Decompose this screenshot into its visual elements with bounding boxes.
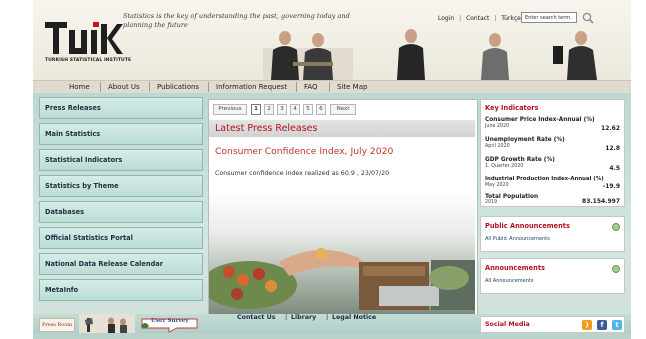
page: TURKISH STATISTICAL INSTITUTE Statistics…	[0, 0, 646, 339]
indicator-population-value: 83.154.997	[582, 198, 620, 205]
indicator-unemployment-label[interactable]: Unemployment Rate (%)	[485, 137, 565, 143]
latest-press-releases-bar: Latest Press Releases	[209, 120, 475, 137]
pager-page-4[interactable]: 4	[290, 104, 300, 115]
tuik-logo-mark	[45, 22, 123, 54]
pager-page-5[interactable]: 5	[303, 104, 313, 115]
social-media-panel: Social Media ) f t	[480, 316, 625, 333]
sidebar-item-press-releases[interactable]: Press Releases	[39, 97, 203, 119]
indicator-unemployment-period: April 2020	[485, 144, 510, 149]
public-announcements-panel: Public Announcements All Public Announce…	[480, 216, 625, 252]
bottom-strip	[33, 333, 631, 339]
press-release-summary: Consumer confidence index realized as 60…	[215, 170, 390, 177]
press-room-button[interactable]: Press Room	[39, 318, 75, 332]
nav-separator	[296, 82, 297, 92]
top-link-separator: |	[459, 15, 462, 22]
key-indicators-title: Key Indicators	[485, 104, 539, 112]
sidebar-item-official-statistics-portal[interactable]: Official Statistics Portal	[39, 227, 203, 249]
nav-separator	[208, 82, 209, 92]
sidebar-item-metainfo[interactable]: MetaInfo	[39, 279, 203, 301]
latest-press-releases-title: Latest Press Releases	[215, 123, 318, 134]
main-content: Press Releases Main Statistics Statistic…	[33, 93, 631, 339]
library-link[interactable]: Library	[291, 314, 316, 321]
press-room-photo	[79, 314, 135, 334]
pager-next-button[interactable]: Next	[330, 104, 356, 115]
tuik-logo[interactable]: TURKISH STATISTICAL INSTITUTE	[45, 18, 131, 66]
nav-separator	[149, 82, 150, 92]
pager-previous-button[interactable]: Previous	[213, 104, 247, 115]
nav-separator	[100, 82, 101, 92]
legal-notice-link[interactable]: Legal Notice	[332, 314, 376, 321]
header-people-photo	[263, 29, 597, 80]
arrow-right-icon[interactable]	[612, 223, 620, 231]
search-input[interactable]: Enter search term.	[521, 12, 577, 23]
press-release-panel: Previous 1 2 3 4 5 6 Next Latest Press R…	[208, 99, 478, 318]
public-announcements-title[interactable]: Public Announcements	[485, 222, 570, 230]
press-release-headline[interactable]: Consumer Confidence Index, July 2020	[215, 146, 393, 157]
nav-faq[interactable]: FAQ	[304, 81, 318, 93]
user-survey-label[interactable]: User Survey	[151, 318, 189, 324]
main-nav: Home About Us Publications Information R…	[33, 80, 631, 94]
sidebar-item-statistics-by-theme[interactable]: Statistics by Theme	[39, 175, 203, 197]
logo-subtitle: TURKISH STATISTICAL INSTITUTE	[45, 58, 132, 63]
language-link[interactable]: Türkçe	[501, 15, 521, 22]
indicator-industrial-production-label[interactable]: Industrial Production Index-Annual (%)	[485, 176, 604, 182]
top-link-separator: |	[494, 15, 497, 22]
pager-page-3[interactable]: 3	[277, 104, 287, 115]
arrow-right-icon[interactable]	[612, 265, 620, 273]
pager-page-2[interactable]: 2	[264, 104, 274, 115]
all-announcements-link[interactable]: All Announcements	[485, 278, 533, 284]
contact-link[interactable]: Contact	[466, 15, 489, 22]
footer-separator: |	[285, 314, 288, 321]
sidebar-item-statistical-indicators[interactable]: Statistical Indicators	[39, 149, 203, 171]
indicator-cpi-label[interactable]: Consumer Price Index-Annual (%)	[485, 117, 595, 123]
twitter-icon[interactable]: t	[612, 320, 622, 330]
nav-separator	[329, 82, 330, 92]
site-header: TURKISH STATISTICAL INSTITUTE Statistics…	[33, 0, 631, 80]
sidebar-item-databases[interactable]: Databases	[39, 201, 203, 223]
indicator-cpi-value: 12.62	[601, 125, 620, 132]
top-links: Login | Contact | Türkçe	[438, 15, 521, 22]
sidebar-item-main-statistics[interactable]: Main Statistics	[39, 123, 203, 145]
indicator-cpi-period: June 2020	[485, 124, 510, 129]
announcements-panel: Announcements All Announcements	[480, 258, 625, 294]
indicator-unemployment-value: 12.8	[605, 145, 620, 152]
social-media-title: Social Media	[485, 321, 530, 328]
market-photo	[209, 190, 475, 315]
nav-about-us[interactable]: About Us	[108, 81, 140, 93]
facebook-icon[interactable]: f	[597, 320, 607, 330]
search-icon[interactable]	[581, 11, 595, 25]
indicator-gdp-period: 1. Quarter 2020	[485, 164, 524, 169]
indicator-industrial-production-period: May 2020	[485, 183, 509, 188]
pager-page-6[interactable]: 6	[316, 104, 326, 115]
footer-separator: |	[326, 314, 329, 321]
indicator-gdp-label[interactable]: GDP Growth Rate (%)	[485, 157, 555, 163]
nav-home[interactable]: Home	[69, 81, 90, 93]
sidebar-item-release-calendar[interactable]: National Data Release Calendar	[39, 253, 203, 275]
nav-site-map[interactable]: Site Map	[337, 81, 367, 93]
nav-publications[interactable]: Publications	[157, 81, 199, 93]
announcements-title[interactable]: Announcements	[485, 264, 545, 272]
rss-icon[interactable]: )	[582, 320, 592, 330]
nav-information-request[interactable]: Information Request	[216, 81, 287, 93]
indicator-gdp-value: 4.5	[609, 165, 620, 172]
login-link[interactable]: Login	[438, 15, 454, 22]
indicator-industrial-production-value: -19.9	[602, 183, 620, 190]
all-public-announcements-link[interactable]: All Public Announcements	[485, 236, 550, 242]
indicator-population-period: 2019	[485, 200, 498, 205]
key-indicators-panel: Key Indicators Consumer Price Index-Annu…	[480, 99, 625, 207]
pager-page-1[interactable]: 1	[251, 104, 261, 115]
contact-us-link[interactable]: Contact Us	[237, 314, 276, 321]
